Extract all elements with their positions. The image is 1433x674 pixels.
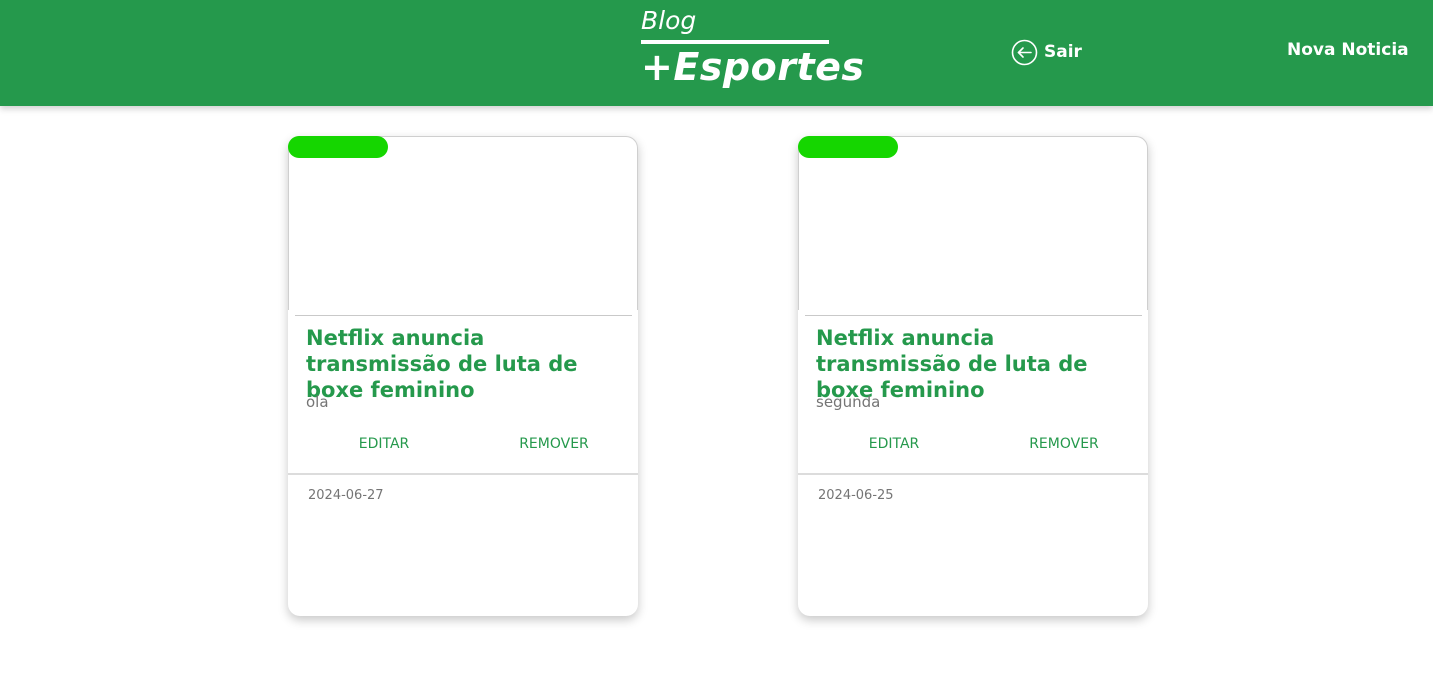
logo-top-text: Blog — [641, 6, 697, 35]
post-card: Netflix anuncia transmissão de luta de b… — [798, 136, 1148, 616]
post-description: segunda — [816, 393, 881, 411]
card-separator — [288, 473, 638, 475]
post-date: 2024-06-27 — [308, 488, 384, 503]
post-card: Netflix anuncia transmissão de luta de b… — [288, 136, 638, 616]
logout-label: Sair — [1044, 42, 1082, 62]
arrow-left-circle-icon — [1011, 39, 1038, 66]
edit-button[interactable]: EDITAR — [324, 436, 444, 452]
new-news-link[interactable]: Nova Noticia — [1287, 40, 1409, 60]
blog-logo[interactable]: Blog +Esportes — [641, 6, 865, 90]
card-divider — [295, 315, 632, 316]
post-title: Netflix anuncia transmissão de luta de b… — [816, 326, 1088, 402]
card-divider — [805, 315, 1142, 316]
post-title: Netflix anuncia transmissão de luta de b… — [306, 326, 578, 402]
post-description: ola — [306, 393, 329, 411]
post-image — [798, 136, 1148, 310]
category-tag — [798, 136, 898, 158]
remove-button[interactable]: REMOVER — [494, 436, 614, 452]
category-tag — [288, 136, 388, 158]
card-separator — [798, 473, 1148, 475]
edit-button[interactable]: EDITAR — [834, 436, 954, 452]
top-header: Blog +Esportes Sair Nova Noticia — [0, 0, 1433, 106]
post-date: 2024-06-25 — [818, 488, 894, 503]
logo-bottom-text: +Esportes — [641, 45, 865, 89]
post-image — [288, 136, 638, 310]
logout-button[interactable]: Sair — [1011, 38, 1082, 66]
remove-button[interactable]: REMOVER — [1004, 436, 1124, 452]
